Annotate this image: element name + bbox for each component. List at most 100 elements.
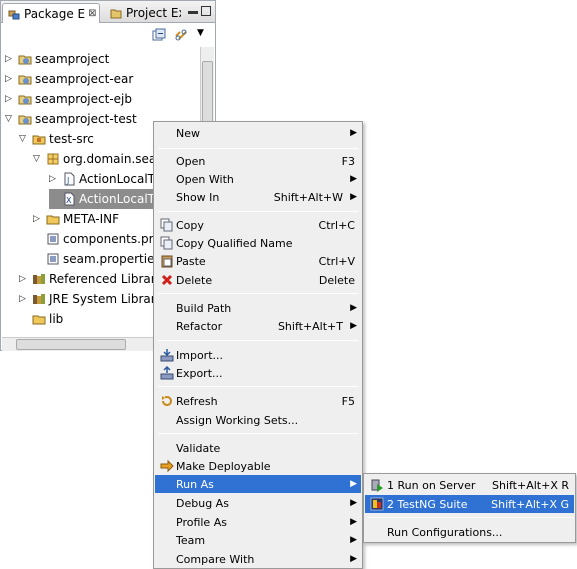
menu-item-label: Validate [176,441,221,455]
expand-arrow-icon[interactable]: ▷ [5,94,14,104]
view-menu-icon[interactable]: ▼ [197,28,204,38]
tree-item-test-src[interactable]: ▽ test-src [19,129,94,149]
collapse-arrow-icon[interactable]: ▽ [5,114,14,124]
tree-item-package[interactable]: ▽ org.domain.seam [33,149,168,169]
package-icon [47,153,59,165]
tree-item-seamproject-ejb[interactable]: ▷ seamproject-ejb [5,89,132,109]
svg-text:J: J [66,176,69,185]
tree-item-label: seam.properties [63,252,161,266]
menu-item-build-path[interactable]: Build Path ▶ [155,299,361,317]
menu-item-export[interactable]: Export... [155,364,361,382]
menu-item-accelerator: Shift+Alt+T [277,319,343,333]
tab-project-explorer[interactable]: Project Ex [105,3,181,23]
collapse-arrow-icon[interactable]: ▽ [33,154,42,164]
submenu-arrow-icon: ▶ [350,554,357,564]
menu-item-label: Open [176,154,206,168]
view-tab-bar: Package E ⊠ Project Ex [1,1,215,23]
submenu-arrow-icon: ▶ [350,174,357,184]
tree-item-seamproject[interactable]: ▷ seamproject [5,49,109,69]
folder-icon [46,215,60,225]
menu-item-open-with[interactable]: Open With ▶ [155,170,361,188]
project-icon [18,95,32,105]
tree-item-referenced-libraries[interactable]: ▷ Referenced Libraries [19,269,173,289]
source-folder-icon [32,135,46,145]
delete-icon [161,274,173,286]
horizontal-scroll-thumb[interactable] [16,339,126,350]
menu-item-accelerator: Ctrl+V [318,254,355,268]
menu-item-label: Make Deployable [176,459,271,473]
menu-item-accelerator: Shift+Alt+W [273,190,343,204]
menu-item-assign-working-sets[interactable]: Assign Working Sets... [155,411,361,429]
menu-item-debug-as[interactable]: Debug As ▶ [155,494,361,512]
tab-package-explorer[interactable]: Package E ⊠ [2,3,100,23]
project-icon [18,55,32,65]
menu-item-open[interactable]: Open F3 [155,152,361,170]
java-file-icon: J [64,172,75,186]
submenu-arrow-icon: ▶ [350,535,357,545]
tree-item-seam-properties[interactable]: seam.properties [46,249,161,269]
menu-item-new[interactable]: New ▶ [155,124,361,142]
submenu-arrow-icon: ▶ [350,192,357,202]
expand-arrow-icon[interactable]: ▷ [19,274,28,284]
menu-item-delete[interactable]: Delete Delete [155,271,361,289]
menu-item-label: Export... [176,366,223,380]
menu-item-label: New [176,126,200,140]
submenu-item-run-on-server[interactable]: 1 Run on Server Shift+Alt+X R [365,476,574,494]
menu-item-label: Build Path [176,301,232,315]
menu-item-accelerator: F3 [341,154,355,168]
run-on-server-icon [371,479,383,492]
testng-icon [370,497,384,511]
menu-separator [158,340,358,341]
menu-item-accelerator: Delete [318,273,355,287]
menu-item-label: Refresh [176,394,218,408]
tree-item-components-properties[interactable]: components.prop [46,229,168,249]
menu-item-run-as[interactable]: Run As ▶ [155,475,361,493]
minimize-button[interactable] [188,11,198,14]
submenu-arrow-icon: ▶ [350,498,357,508]
menu-item-profile-as[interactable]: Profile As ▶ [155,513,361,531]
menu-item-compare-with[interactable]: Compare With ▶ [155,550,361,568]
import-icon [160,349,174,362]
link-with-editor-icon[interactable] [174,28,188,42]
tree-item-meta-inf[interactable]: ▷ META-INF [33,209,119,229]
tree-item-seamproject-test[interactable]: ▽ seamproject-test [5,109,137,129]
tree-item-jre-system-library[interactable]: ▷ JRE System Library [j [19,289,175,309]
refresh-icon [162,395,172,406]
tree-item-seamproject-ear[interactable]: ▷ seamproject-ear [5,69,133,89]
expand-arrow-icon[interactable]: ▷ [5,74,14,84]
menu-item-validate[interactable]: Validate [155,439,361,457]
close-icon[interactable]: ⊠ [88,8,96,19]
view-toolbar: ▼ [1,23,215,47]
package-explorer-icon [8,10,20,19]
menu-item-team[interactable]: Team ▶ [155,531,361,549]
svg-text:X: X [66,196,72,205]
submenu-item-testng-suite[interactable]: 2 TestNG Suite Shift+Alt+X G [365,495,574,513]
menu-item-show-in[interactable]: Show In Shift+Alt+W ▶ [155,188,361,206]
menu-item-import[interactable]: Import... [155,346,361,364]
menu-item-paste[interactable]: Paste Ctrl+V [155,252,361,270]
tree-item-label: test-src [49,132,94,146]
collapse-all-icon[interactable] [152,28,166,42]
menu-item-make-deployable[interactable]: Make Deployable [155,457,361,475]
maximize-button[interactable] [201,6,211,16]
menu-item-copy[interactable]: Copy Ctrl+C [155,216,361,234]
expand-arrow-icon[interactable]: ▷ [49,174,58,184]
paste-icon [161,255,173,268]
menu-item-label: Assign Working Sets... [176,413,299,427]
copy-qualified-icon [160,236,173,250]
tree-item-lib[interactable]: lib [32,309,63,329]
submenu-item-run-configurations[interactable]: Run Configurations... [365,523,574,541]
menu-item-refactor[interactable]: Refactor Shift+Alt+T ▶ [155,317,361,335]
menu-item-label: Team [176,533,206,547]
tab-package-explorer-label: Package E [24,6,86,21]
menu-separator [368,517,573,518]
collapse-arrow-icon[interactable]: ▽ [19,134,28,144]
project-explorer-icon [110,9,122,19]
menu-item-refresh[interactable]: Refresh F5 [155,392,361,410]
expand-arrow-icon[interactable]: ▷ [19,294,28,304]
library-icon [33,274,45,284]
menu-item-copy-qualified-name[interactable]: Copy Qualified Name [155,234,361,252]
submenu-arrow-icon: ▶ [350,321,357,331]
expand-arrow-icon[interactable]: ▷ [33,214,42,224]
expand-arrow-icon[interactable]: ▷ [5,54,14,64]
